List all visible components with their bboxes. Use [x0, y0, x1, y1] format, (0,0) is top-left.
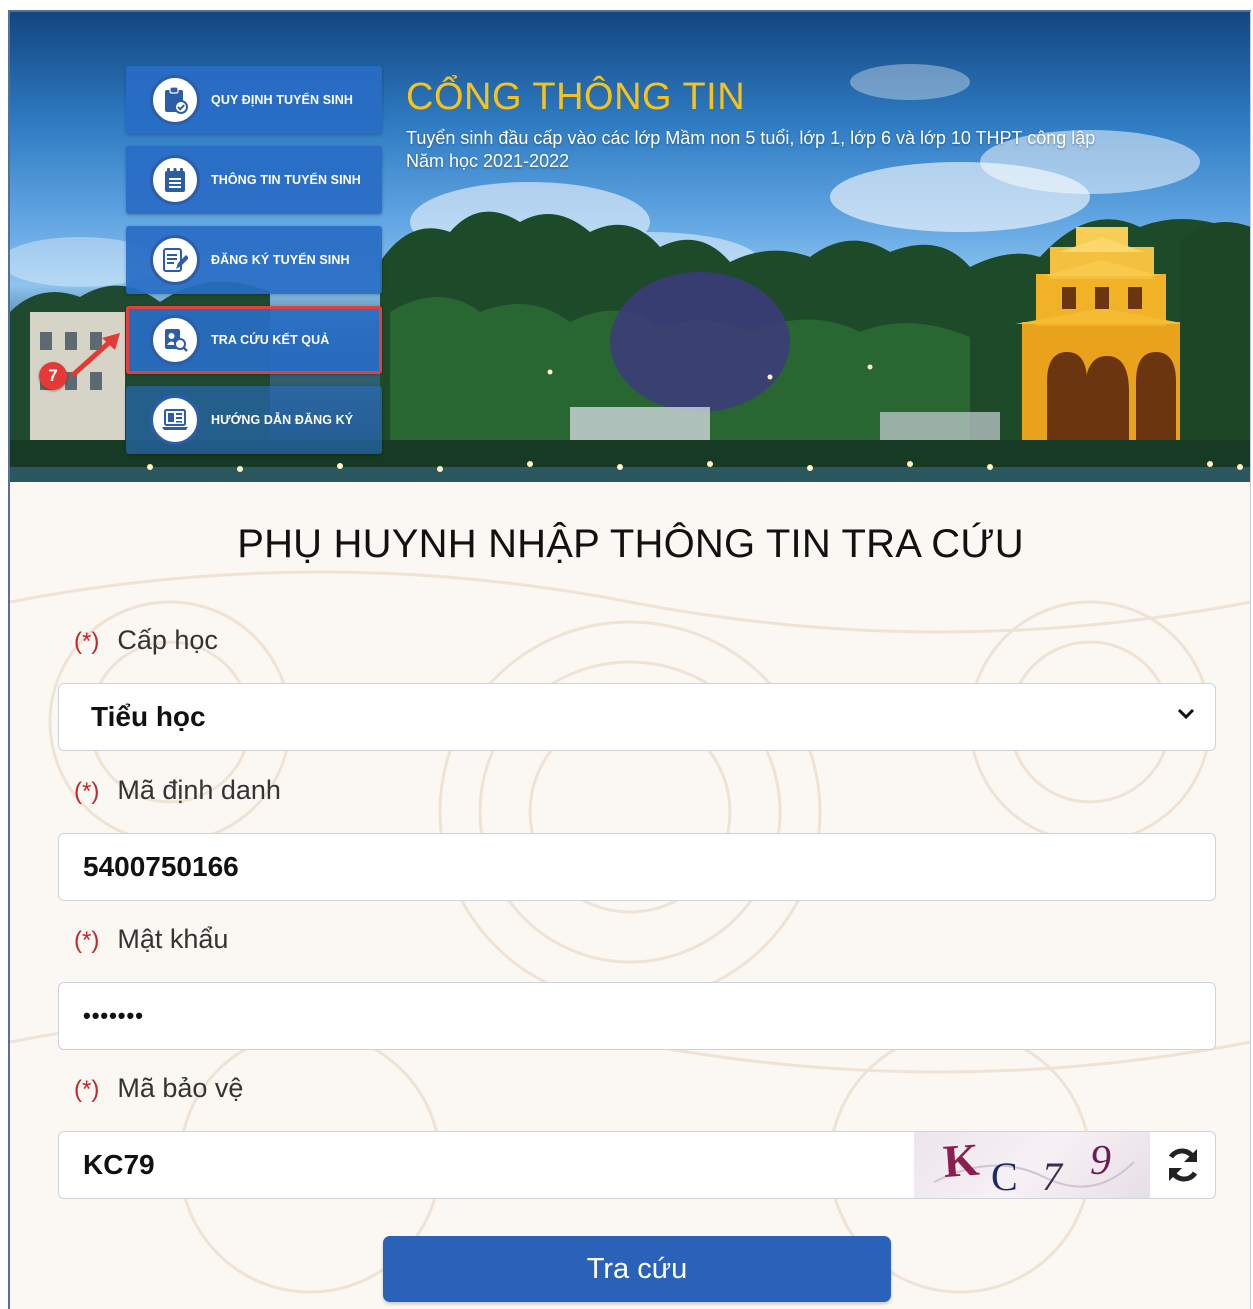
menu-item-admission-rules[interactable]: QUY ĐỊNH TUYỂN SINH — [126, 66, 382, 134]
captcha-image: K C 7 9 — [914, 1131, 1150, 1199]
captcha-char: K — [941, 1134, 980, 1187]
captcha-label: (*) Mã bảo vệ — [74, 1073, 243, 1104]
menu-label: TRA CỨU KẾT QUẢ — [211, 333, 330, 347]
required-marker: (*) — [74, 778, 100, 805]
level-label: (*) Cấp học — [74, 625, 218, 656]
required-marker: (*) — [74, 628, 100, 655]
captcha-refresh-button[interactable] — [1150, 1131, 1216, 1199]
portal-subtitle-line-1: Tuyển sinh đầu cấp vào các lớp Mầm non 5… — [406, 128, 1096, 148]
document-edit-icon — [150, 235, 200, 285]
required-marker: (*) — [74, 1076, 100, 1103]
student-id-value: 5400750166 — [83, 851, 239, 882]
portal-title: CỔNG THÔNG TIN — [406, 76, 746, 118]
chevron-down-icon — [1177, 708, 1195, 720]
lookup-submit-button[interactable]: Tra cứu — [383, 1236, 891, 1302]
menu-item-admission-info[interactable]: THÔNG TIN TUYỂN SINH — [126, 146, 382, 214]
notepad-icon — [150, 155, 200, 205]
menu-label: HƯỚNG DẪN ĐĂNG KÝ — [211, 413, 354, 427]
menu-label: ĐĂNG KÝ TUYỂN SINH — [211, 253, 350, 267]
captcha-input-value: KC79 — [83, 1149, 155, 1180]
captcha-char: 7 — [1042, 1154, 1064, 1198]
menu-label: QUY ĐỊNH TUYỂN SINH — [211, 93, 353, 107]
menu-item-lookup-results[interactable]: TRA CỨU KẾT QUẢ — [126, 306, 382, 374]
menu-item-registration-guide[interactable]: HƯỚNG DẪN ĐĂNG KÝ — [126, 386, 382, 454]
menu-label: THÔNG TIN TUYỂN SINH — [211, 173, 361, 187]
level-select-value: Tiểu học — [91, 701, 206, 732]
id-label-text: Mã định danh — [117, 775, 281, 805]
captcha-char: C — [991, 1154, 1018, 1198]
page-frame: CỔNG THÔNG TIN Tuyển sinh đầu cấp vào cá… — [8, 10, 1251, 1309]
refresh-icon — [1168, 1148, 1197, 1182]
captcha-char: 9 — [1090, 1138, 1111, 1184]
laptop-guide-icon — [150, 395, 200, 445]
captcha-input[interactable]: KC79 — [58, 1131, 918, 1199]
clipboard-check-icon — [150, 75, 200, 125]
password-value: ••••••• — [83, 1003, 144, 1028]
level-label-text: Cấp học — [117, 625, 218, 655]
required-marker: (*) — [74, 927, 100, 954]
password-input[interactable]: ••••••• — [58, 982, 1216, 1050]
header-banner: CỔNG THÔNG TIN Tuyển sinh đầu cấp vào cá… — [10, 12, 1250, 482]
id-label: (*) Mã định danh — [74, 775, 281, 806]
form-title: PHỤ HUYNH NHẬP THÔNG TIN TRA CỨU — [237, 522, 1024, 566]
password-label-text: Mật khẩu — [117, 924, 229, 954]
captcha-label-text: Mã bảo vệ — [117, 1073, 244, 1103]
student-id-input[interactable]: 5400750166 — [58, 833, 1216, 901]
portal-subtitle: Tuyển sinh đầu cấp vào các lớp Mầm non 5… — [406, 127, 1206, 173]
password-label: (*) Mật khẩu — [74, 924, 228, 955]
lookup-form: PHỤ HUYNH NHẬP THÔNG TIN TRA CỨU (*) Cấp … — [10, 482, 1250, 1309]
level-select[interactable]: Tiểu học — [58, 683, 1216, 751]
menu-item-register[interactable]: ĐĂNG KÝ TUYỂN SINH — [126, 226, 382, 294]
step-arrow-icon — [71, 333, 120, 377]
step-badge: 7 — [39, 362, 67, 390]
portal-subtitle-line-2: Năm học 2021-2022 — [406, 151, 570, 171]
search-document-icon — [150, 315, 200, 365]
